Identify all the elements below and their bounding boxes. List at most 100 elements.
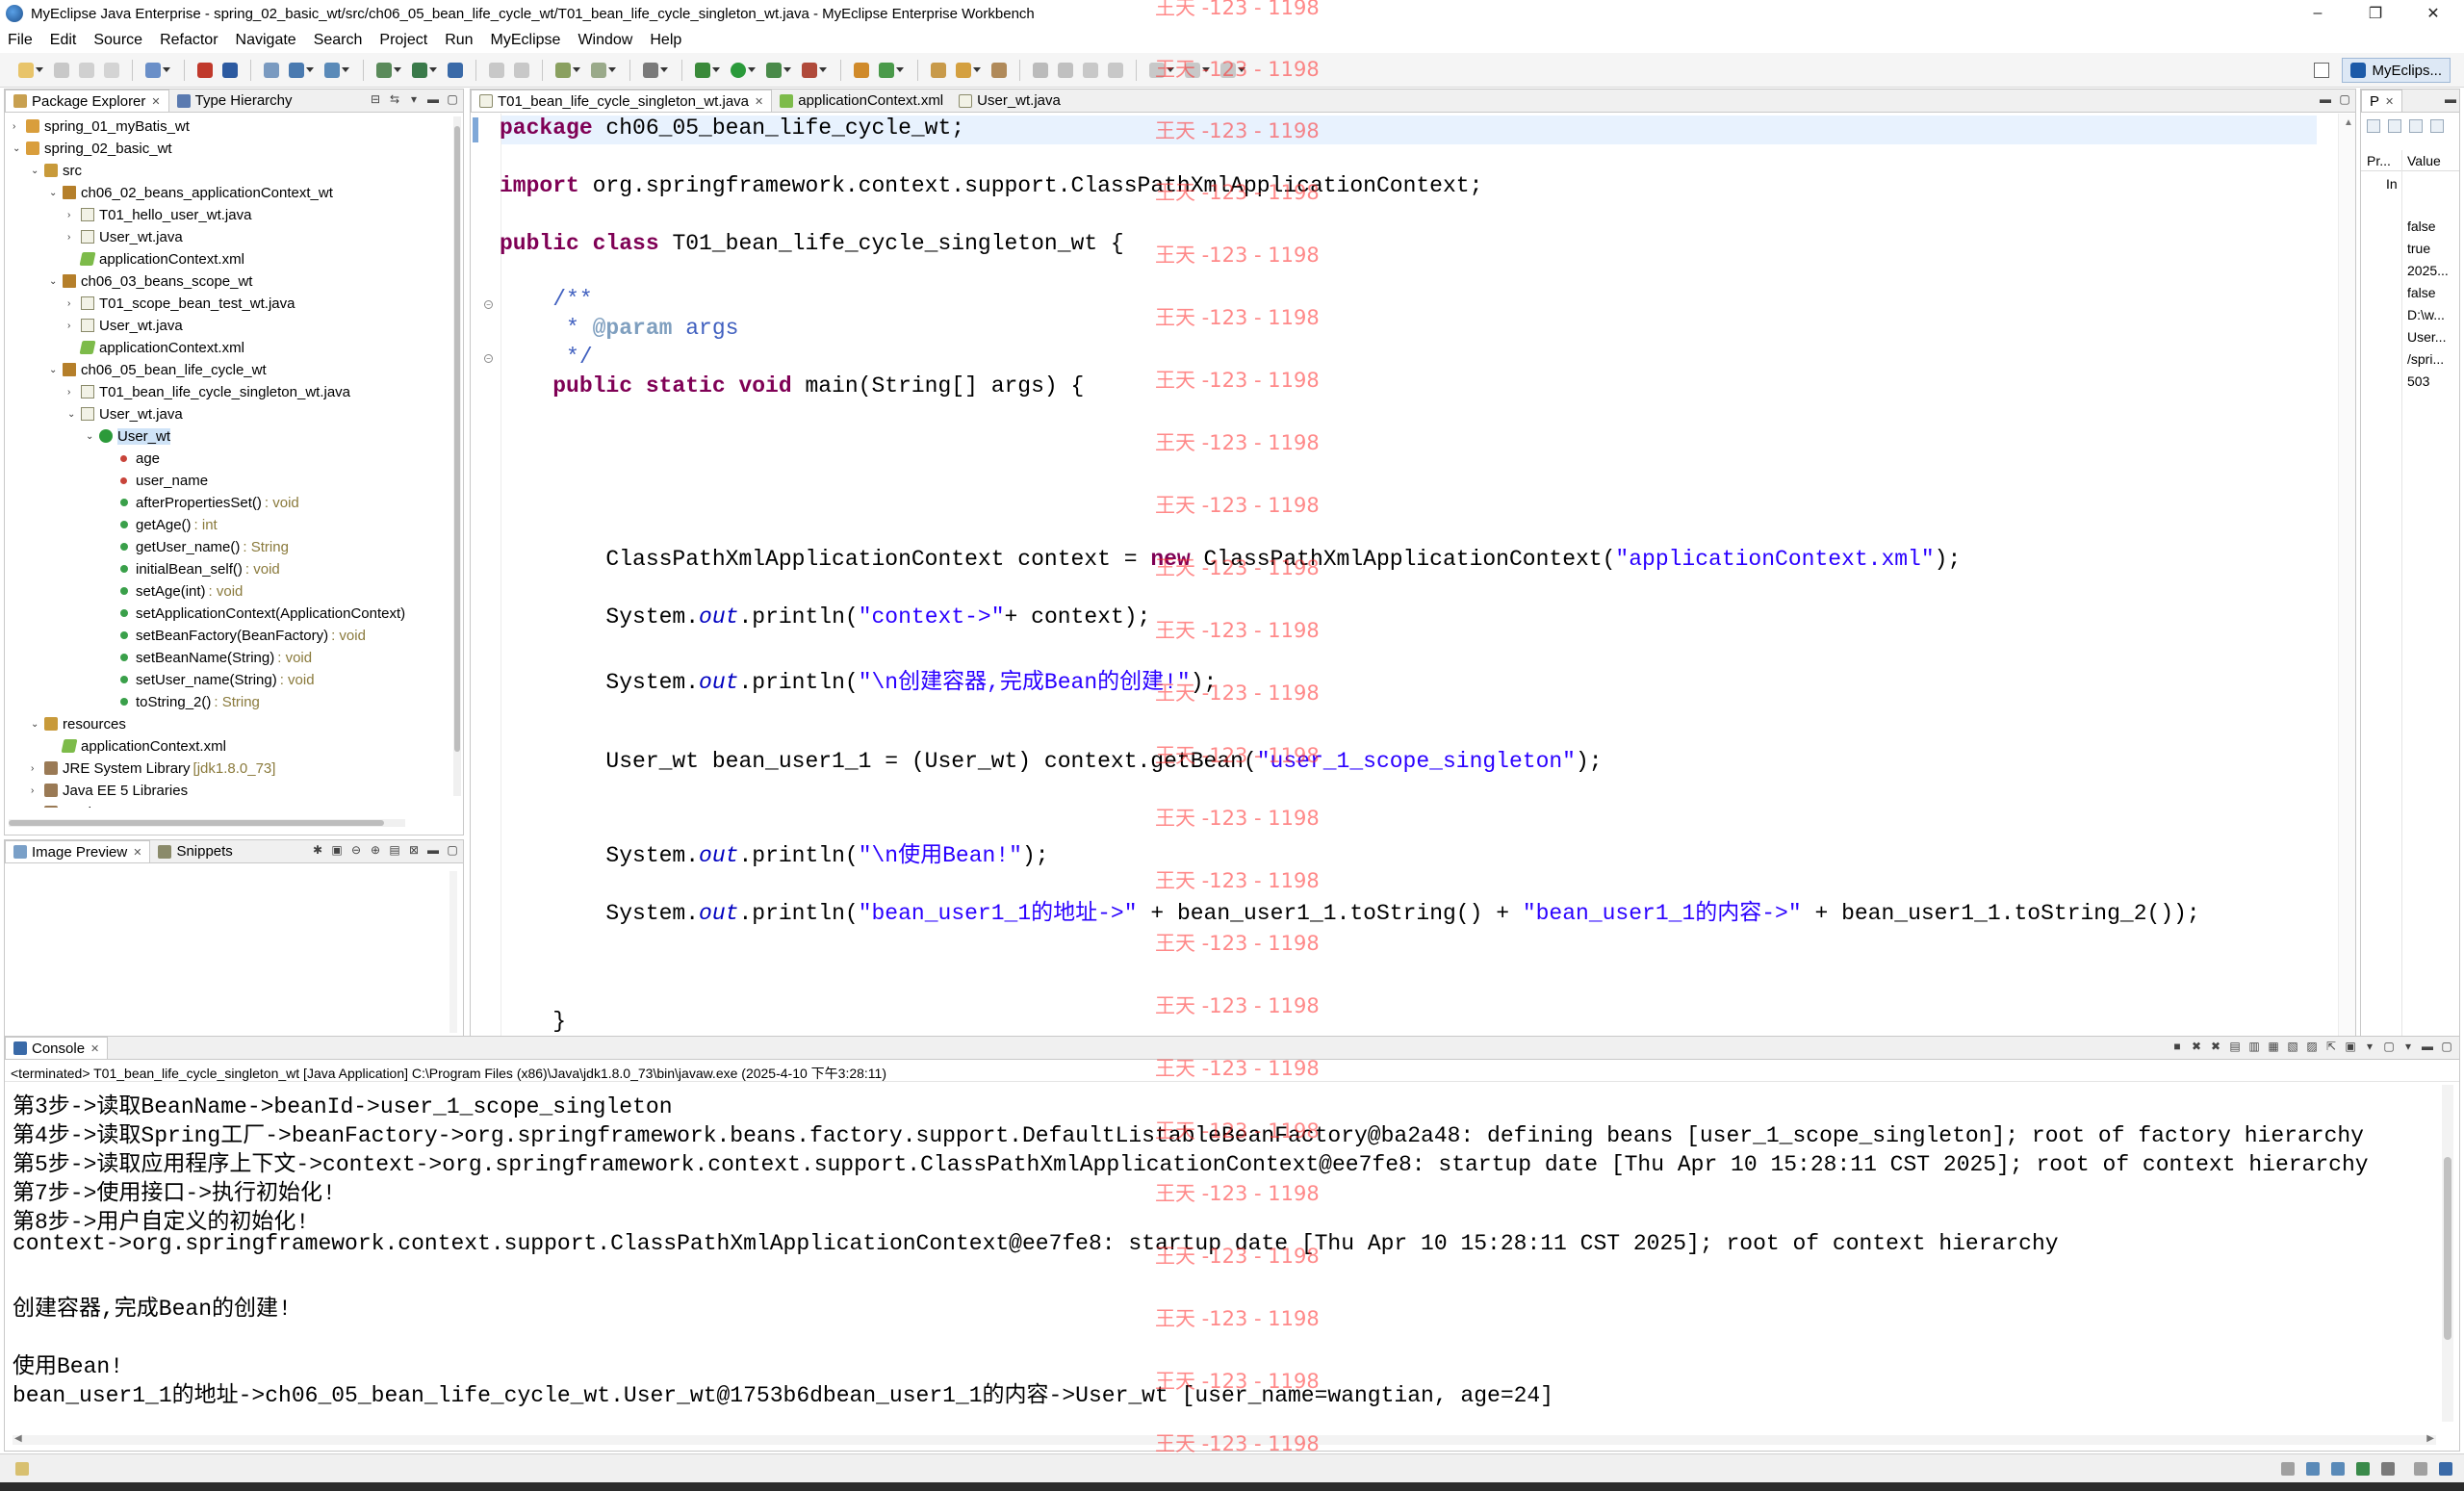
- fit-icon[interactable]: ▤: [388, 844, 401, 856]
- collapse-arrow-icon[interactable]: ›: [67, 387, 77, 398]
- clear-console-icon[interactable]: ▤: [2228, 1041, 2242, 1052]
- property-row[interactable]: D:\w...: [2361, 304, 2459, 325]
- cut-icon[interactable]: [489, 62, 504, 78]
- new-class-icon[interactable]: [591, 62, 606, 78]
- new-project-icon[interactable]: [145, 62, 161, 78]
- menu-refactor[interactable]: Refactor: [160, 32, 218, 49]
- menu-project[interactable]: Project: [379, 32, 427, 49]
- actual-size-icon[interactable]: ⊠: [407, 844, 421, 856]
- menu-myeclipse[interactable]: MyEclipse: [491, 32, 561, 49]
- chevron-down-icon[interactable]: [748, 67, 756, 72]
- minimize-view-icon[interactable]: ▬: [426, 844, 440, 856]
- console-icon[interactable]: [643, 62, 658, 78]
- tree-item[interactable]: afterPropertiesSet(): void: [104, 492, 299, 513]
- tree-item[interactable]: › User_wt.java: [67, 315, 183, 336]
- tree-item[interactable]: ⌄ User_wt.java: [67, 403, 183, 424]
- menu-navigate[interactable]: Navigate: [236, 32, 296, 49]
- scrollbar-thumb[interactable]: [2444, 1157, 2451, 1340]
- database-icon[interactable]: [264, 62, 279, 78]
- explorer-vertical-scrollbar[interactable]: [453, 116, 461, 796]
- chevron-down-icon[interactable]: [394, 67, 401, 72]
- explorer-horizontal-scrollbar[interactable]: [9, 819, 405, 827]
- menu-source[interactable]: Source: [93, 32, 142, 49]
- chevron-down-icon[interactable]: ▾: [2363, 1041, 2376, 1052]
- perspective-switcher[interactable]: MyEclips...: [2342, 58, 2451, 83]
- expand-arrow-icon[interactable]: ⌄: [31, 166, 40, 176]
- run-icon[interactable]: [731, 62, 746, 78]
- tree-item[interactable]: › User_wt.java: [67, 226, 183, 247]
- chevron-down-icon[interactable]: [783, 67, 791, 72]
- print-icon[interactable]: [104, 62, 119, 78]
- maximize-view-icon[interactable]: ▢: [2440, 1041, 2453, 1052]
- tree-item[interactable]: getUser_name(): String: [104, 536, 289, 557]
- tree-item[interactable]: initialBean_self(): void: [104, 558, 280, 579]
- property-row[interactable]: false: [2361, 216, 2459, 237]
- filter-icon[interactable]: [2409, 119, 2423, 133]
- display-console-icon[interactable]: ▣: [2344, 1041, 2357, 1052]
- value-column-header[interactable]: Value: [2407, 153, 2441, 168]
- remove-launch-icon[interactable]: ✖: [2190, 1041, 2203, 1052]
- annotation-icon[interactable]: [1033, 62, 1048, 78]
- minimize-button[interactable]: –: [2291, 0, 2345, 27]
- expand-arrow-icon[interactable]: ⌄: [31, 719, 40, 730]
- tree-item[interactable]: ⌄ User_wt: [86, 425, 171, 447]
- tree-item[interactable]: applicationContext.xml: [67, 337, 244, 358]
- categories-icon[interactable]: [2367, 119, 2380, 133]
- expand-arrow-icon[interactable]: ⌄: [49, 365, 59, 375]
- status-tool-icon[interactable]: [2381, 1462, 2395, 1476]
- menu-window[interactable]: Window: [578, 32, 632, 49]
- collapse-arrow-icon[interactable]: ›: [67, 321, 77, 331]
- new-java-class-icon[interactable]: [879, 62, 894, 78]
- show-whitespace-icon[interactable]: [1108, 62, 1123, 78]
- fold-toggle-icon[interactable]: −: [484, 300, 493, 309]
- chevron-down-icon[interactable]: [973, 67, 981, 72]
- property-row[interactable]: /spri...: [2361, 348, 2459, 370]
- chevron-down-icon[interactable]: [573, 67, 580, 72]
- console-vertical-scrollbar[interactable]: [2442, 1085, 2453, 1422]
- expand-arrow-icon[interactable]: ⌄: [49, 188, 59, 198]
- editor-text-area[interactable]: − − package ch06_05_bean_life_cycle_wt; …: [471, 114, 2355, 1039]
- tree-item[interactable]: setAge(int): void: [104, 580, 243, 602]
- service-icon[interactable]: [324, 62, 340, 78]
- close-icon[interactable]: ✕: [2385, 95, 2394, 108]
- tree-item[interactable]: › T01_hello_user_wt.java: [67, 204, 251, 225]
- server-icon[interactable]: [197, 62, 213, 78]
- minimize-view-icon[interactable]: ▬: [426, 93, 440, 105]
- fold-toggle-icon[interactable]: −: [484, 354, 493, 363]
- chevron-down-icon[interactable]: [163, 67, 170, 72]
- status-tool-icon[interactable]: [2306, 1462, 2320, 1476]
- show-on-error-icon[interactable]: ▨: [2305, 1041, 2319, 1052]
- status-tool-icon[interactable]: [2331, 1462, 2345, 1476]
- tab-console[interactable]: Console ✕: [5, 1037, 109, 1059]
- property-row[interactable]: 503: [2361, 371, 2459, 392]
- maximize-button[interactable]: ❐: [2348, 0, 2402, 27]
- property-row[interactable]: 2025...: [2361, 260, 2459, 281]
- tree-item[interactable]: › spring_01_myBatis_wt: [13, 116, 190, 137]
- collapse-arrow-icon[interactable]: ›: [31, 808, 40, 809]
- chevron-down-icon[interactable]: [306, 67, 314, 72]
- open-type-icon[interactable]: [376, 62, 392, 78]
- open-console-icon[interactable]: ▢: [2382, 1041, 2396, 1052]
- link-editor-icon[interactable]: ⇆: [388, 93, 401, 105]
- tree-item[interactable]: age: [104, 448, 160, 469]
- chevron-down-icon[interactable]: [608, 67, 616, 72]
- scroll-right-icon[interactable]: ▶: [2426, 1433, 2434, 1444]
- tab-properties[interactable]: P ✕: [2361, 90, 2403, 112]
- maximize-view-icon[interactable]: ▢: [2338, 93, 2351, 105]
- tree-item[interactable]: ⌄ spring_02_basic_wt: [13, 138, 172, 159]
- tree-item[interactable]: applicationContext.xml: [67, 248, 244, 270]
- tab-image-preview[interactable]: Image Preview ✕: [5, 840, 151, 862]
- tree-item[interactable]: applicationContext.xml: [49, 735, 226, 757]
- external-tools-icon[interactable]: [802, 62, 817, 78]
- globe-icon[interactable]: [448, 62, 463, 78]
- view-menu-icon[interactable]: ▾: [407, 93, 421, 105]
- tree-item[interactable]: user_name: [104, 470, 208, 491]
- tree-item[interactable]: › T01_bean_life_cycle_singleton_wt.java: [67, 381, 350, 402]
- collapse-arrow-icon[interactable]: ›: [31, 763, 40, 774]
- minimize-view-icon[interactable]: ▬: [2319, 93, 2332, 105]
- minimize-view-icon[interactable]: ▬: [2444, 93, 2457, 105]
- tree-item[interactable]: setUser_name(String): void: [104, 669, 315, 690]
- refresh-icon[interactable]: ✱: [311, 844, 324, 856]
- open-task-icon[interactable]: [991, 62, 1007, 78]
- zoom-out-icon[interactable]: ⊖: [349, 844, 363, 856]
